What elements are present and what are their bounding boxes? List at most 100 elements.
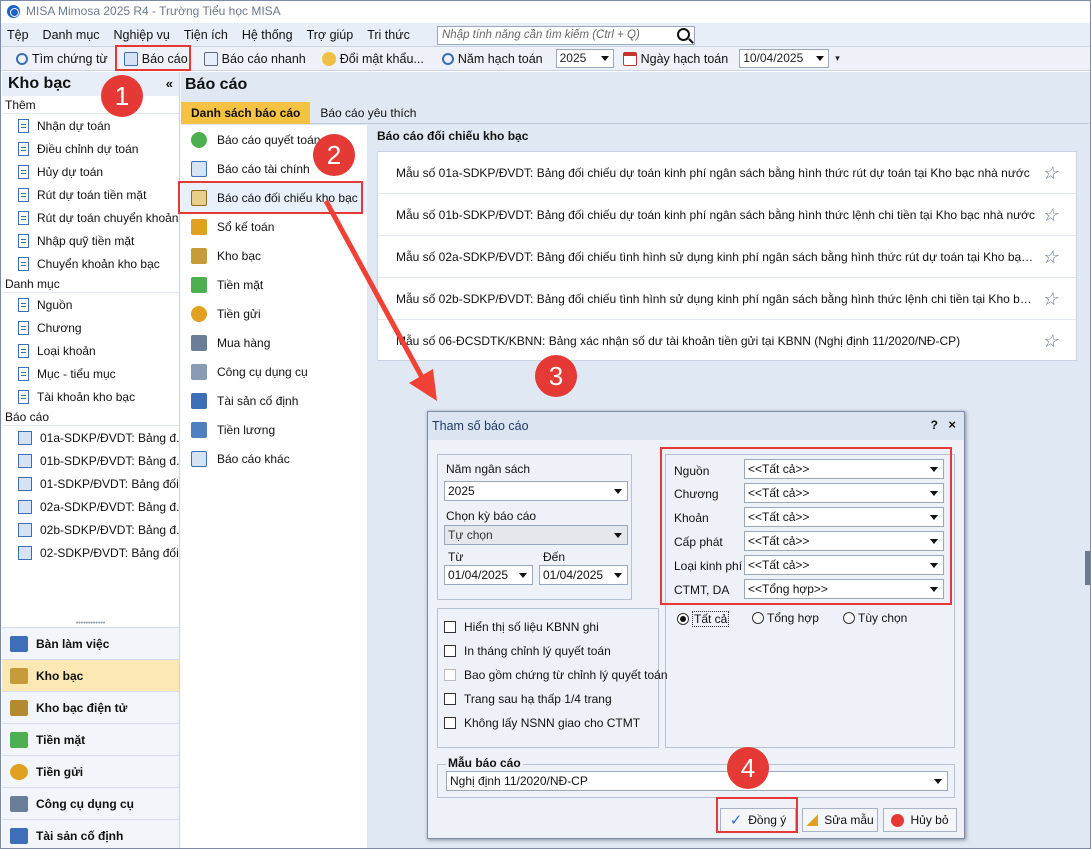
category-deposit[interactable]: Tiền gửi: [181, 299, 367, 328]
help-icon[interactable]: ?: [931, 418, 938, 432]
sidebar-item-source[interactable]: Nguồn: [2, 293, 179, 316]
sidebar-report-02b[interactable]: 02b-SDKP/ĐVDT: Bảng đ...: [2, 518, 179, 541]
book-icon: [191, 218, 207, 235]
star-icon[interactable]: ☆: [1042, 206, 1058, 224]
quick-report-button[interactable]: Báo cáo nhanh: [199, 48, 311, 70]
menu-system[interactable]: Hệ thống: [242, 28, 293, 42]
fiscal-year-label: Năm hạch toán: [457, 51, 543, 66]
radio-summary[interactable]: Tổng hợp: [752, 611, 819, 625]
nav-e-treasury[interactable]: Kho bạc điện tử: [2, 691, 179, 723]
sidebar-report-01b[interactable]: 01b-SDKP/ĐVDT: Bảng đ...: [2, 449, 179, 472]
check-show-kbnn[interactable]: Hiển thị số liệu KBNN ghi: [444, 620, 599, 634]
menu-help[interactable]: Trợ giúp: [307, 28, 354, 42]
nav-cash[interactable]: Tiền mặt: [2, 723, 179, 755]
sidebar-item-treasury-transfer[interactable]: Chuyển khoản kho bạc: [2, 252, 179, 275]
sidebar-item-treasury-account[interactable]: Tài khoản kho bạc: [2, 385, 179, 408]
template-select[interactable]: Nghị định 11/2020/NĐ-CP: [446, 771, 948, 791]
sidebar-item-chapter[interactable]: Chương: [2, 316, 179, 339]
to-date-select[interactable]: 01/04/2025: [539, 565, 628, 585]
report-row[interactable]: Mẫu số 02a-SDKP/ĐVDT: Bảng đối chiếu tìn…: [378, 236, 1076, 278]
report-row[interactable]: Mẫu số 06-ĐCSDTK/KBNN: Bảng xác nhận số …: [378, 320, 1076, 362]
nav-desktop[interactable]: Bàn làm việc: [2, 627, 179, 659]
star-icon[interactable]: ☆: [1042, 164, 1058, 182]
radio-all[interactable]: Tất cả: [677, 611, 730, 627]
fiscal-year-select[interactable]: 2025: [555, 49, 614, 68]
radio-label: Tất cả: [692, 611, 730, 627]
close-icon[interactable]: ×: [948, 417, 956, 432]
cancel-button[interactable]: Hủy bỏ: [883, 808, 957, 832]
sidebar-item-cash-deposit[interactable]: Nhập quỹ tiền mặt: [2, 229, 179, 252]
report-icon: [18, 453, 32, 468]
menu-file[interactable]: Tệp: [7, 28, 29, 42]
report-row[interactable]: Mẫu số 01b-SDKP/ĐVDT: Bảng đối chiếu dự …: [378, 194, 1076, 236]
radio-custom[interactable]: Tùy chọn: [843, 611, 907, 625]
edit-template-button[interactable]: Sửa mẫu: [802, 808, 878, 832]
toolbar-overflow-icon[interactable]: ▾: [835, 53, 840, 64]
category-cash[interactable]: Tiền mặt: [181, 270, 367, 299]
cancel-label: Hủy bỏ: [910, 813, 949, 827]
sidebar-report-02a[interactable]: 02a-SDKP/ĐVDT: Bảng đ...: [2, 495, 179, 518]
funding-type-select[interactable]: <<Tất cả>>: [744, 555, 944, 575]
sidebar-report-02[interactable]: 02-SDKP/ĐVDT: Bảng đối...: [2, 541, 179, 564]
category-ledger[interactable]: Sổ kế toán: [181, 212, 367, 241]
sidebar-report-01a[interactable]: 01a-SDKP/ĐVDT: Bảng đ...: [2, 426, 179, 449]
category-other[interactable]: Báo cáo khác: [181, 444, 367, 473]
budget-year-select[interactable]: 2025: [444, 481, 628, 501]
nav-treasury[interactable]: Kho bạc: [2, 659, 179, 691]
search-icon: [16, 52, 28, 65]
find-voucher-button[interactable]: Tìm chứng từ: [11, 48, 113, 70]
star-icon[interactable]: ☆: [1042, 290, 1058, 308]
report-button[interactable]: Báo cáo: [119, 48, 193, 70]
posting-date-select[interactable]: 10/04/2025: [739, 49, 830, 68]
check-include-adjust-vouchers[interactable]: Bao gồm chứng từ chỉnh lý quyết toán: [444, 668, 668, 682]
check-exclude-nsnn[interactable]: Không lấy NSNN giao cho CTMT: [444, 716, 640, 730]
sidebar-item-withdraw-transfer[interactable]: Rút dự toán chuyển khoản: [2, 206, 179, 229]
feature-search-input[interactable]: Nhập tính năng cần tìm kiếm (Ctrl + Q): [437, 26, 695, 45]
sidebar-item-item-subitem[interactable]: Mục - tiểu mục: [2, 362, 179, 385]
nav-fixed-assets[interactable]: Tài sản cố định: [2, 819, 179, 848]
sidebar-item-withdraw-cash[interactable]: Rút dự toán tiền mặt: [2, 183, 179, 206]
menu-catalog[interactable]: Danh mục: [43, 28, 100, 42]
star-icon[interactable]: ☆: [1042, 332, 1058, 350]
star-icon[interactable]: ☆: [1042, 248, 1058, 266]
category-treasury-reconciliation[interactable]: Báo cáo đối chiếu kho bạc: [181, 183, 367, 212]
sidebar-report-01[interactable]: 01-SDKP/ĐVDT: Bảng đối...: [2, 472, 179, 495]
report-row[interactable]: Mẫu số 02b-SDKP/ĐVDT: Bảng đối chiếu tìn…: [378, 278, 1076, 320]
program-select[interactable]: <<Tổng hợp>>: [744, 579, 944, 599]
allocation-select[interactable]: <<Tất cả>>: [744, 531, 944, 551]
document-icon: [18, 297, 29, 312]
check-lower-next-page[interactable]: Trang sau hạ thấp 1/4 trang: [444, 692, 612, 706]
report-icon: [191, 450, 207, 467]
sidebar-item-category[interactable]: Loại khoản: [2, 339, 179, 362]
category-fixed-assets[interactable]: Tài sản cố định: [181, 386, 367, 415]
chapter-select[interactable]: <<Tất cả>>: [744, 483, 944, 503]
category-salary[interactable]: Tiền lương: [181, 415, 367, 444]
source-select[interactable]: <<Tất cả>>: [744, 459, 944, 479]
nav-deposit[interactable]: Tiền gửi: [2, 755, 179, 787]
menu-utilities[interactable]: Tiện ích: [184, 28, 228, 42]
change-password-button[interactable]: Đổi mật khẩu...: [317, 48, 429, 70]
nav-tools[interactable]: Công cụ dụng cụ: [2, 787, 179, 819]
from-date-select[interactable]: 01/04/2025: [444, 565, 533, 585]
section-select[interactable]: <<Tất cả>>: [744, 507, 944, 527]
clock-icon: [441, 52, 454, 65]
ok-button[interactable]: ✓ Đồng ý: [720, 808, 796, 832]
tab-report-list[interactable]: Danh sách báo cáo: [181, 102, 311, 124]
step-badge-2: 2: [313, 134, 355, 176]
search-icon[interactable]: [677, 28, 690, 41]
category-purchasing[interactable]: Mua hàng: [181, 328, 367, 357]
menu-operations[interactable]: Nghiệp vụ: [114, 28, 170, 42]
sidebar-item-adjust-estimate[interactable]: Điều chỉnh dự toán: [2, 137, 179, 160]
report-row[interactable]: Mẫu số 01a-SDKP/ĐVDT: Bảng đối chiếu dự …: [378, 152, 1076, 194]
sidebar-item-receive-estimate[interactable]: Nhận dự toán: [2, 114, 179, 137]
category-treasury[interactable]: Kho bạc: [181, 241, 367, 270]
tab-favorite-reports[interactable]: Báo cáo yêu thích: [310, 102, 426, 124]
collapse-icon[interactable]: «: [166, 72, 173, 96]
category-tools[interactable]: Công cụ dụng cụ: [181, 357, 367, 386]
misa-logo-icon: [7, 4, 20, 18]
sidebar-item-cancel-estimate[interactable]: Hủy dự toán: [2, 160, 179, 183]
period-select[interactable]: Tự chọn: [444, 525, 628, 545]
check-print-adjust-month[interactable]: In tháng chỉnh lý quyết toán: [444, 644, 611, 658]
side-collapse-handle[interactable]: [1085, 551, 1090, 585]
menu-knowledge[interactable]: Tri thức: [367, 28, 410, 42]
